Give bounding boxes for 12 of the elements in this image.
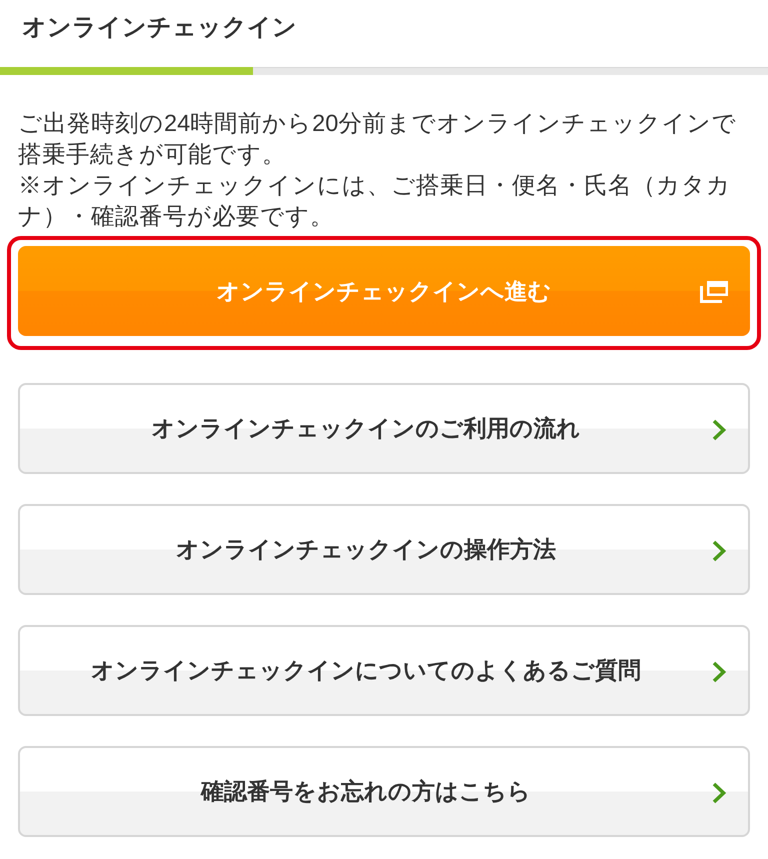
menu-link-button[interactable]: オンラインチェックインについてのよくあるご質問 [18, 625, 750, 716]
new-window-icon [699, 279, 729, 303]
notice-text: ご出発時刻の24時間前から20分前までオンラインチェックインで搭乗手続きが可能です。 [18, 109, 738, 169]
chevron-right-icon [712, 661, 726, 683]
chevron-right-icon [712, 782, 726, 804]
menu-link-button[interactable]: 確認番号をお忘れの方はこちら [18, 746, 750, 837]
menu-link-button[interactable]: オンラインチェックインのご利用の流れ [18, 383, 750, 474]
menu-link-button[interactable]: オンラインチェックインの操作方法 [18, 504, 750, 595]
page-title: オンラインチェックイン [22, 13, 297, 43]
chevron-right-icon [712, 419, 726, 441]
chevron-right-icon [712, 540, 726, 562]
notice-text: ※オンラインチェックインには、ご搭乗日・便名・氏名（カタカナ）・確認番号が必要です。 [18, 171, 732, 231]
